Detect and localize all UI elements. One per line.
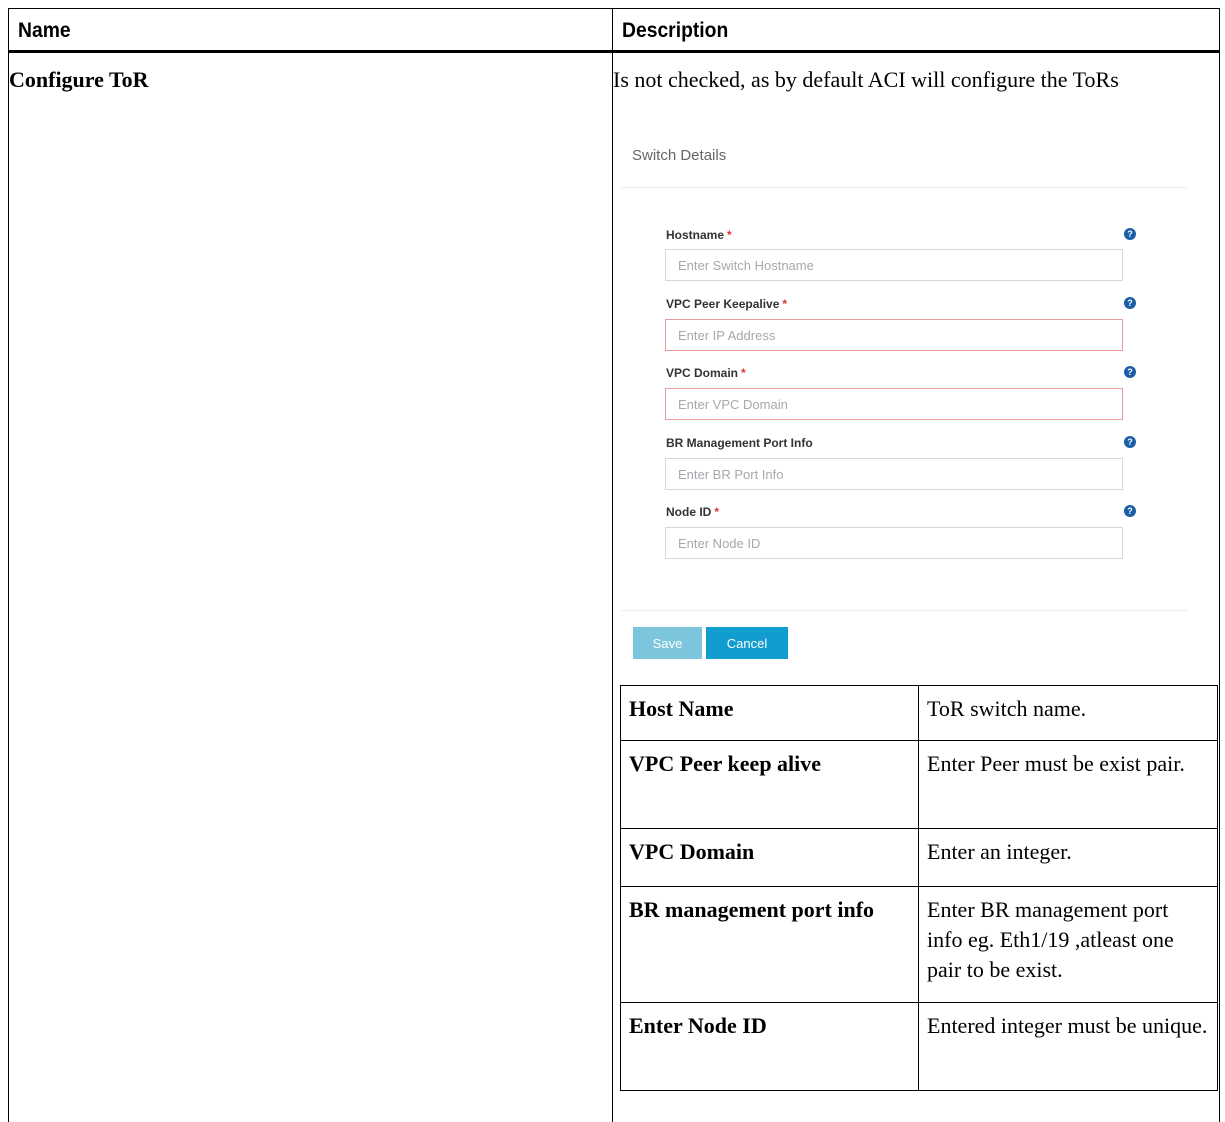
node-id-input[interactable] [665,527,1123,559]
header-name: Name [18,19,71,42]
header-description: Description [622,19,729,42]
form-title: Switch Details [632,147,727,164]
br-management-port-input[interactable] [665,458,1123,490]
field-name: Host Name [620,685,919,741]
br-management-port-label: BR Management Port Info [666,436,813,450]
node-id-label: Node ID * [666,505,720,519]
vpc-peer-keepalive-help-icon[interactable]: ? [1124,297,1136,309]
field-name: Enter Node ID [620,1002,919,1091]
vpc-domain-label: VPC Domain * [666,366,746,380]
vpc-peer-keepalive-label: VPC Peer Keepalive * [666,297,788,311]
table-row: Host Name ToR switch name. [620,685,1218,741]
vpc-peer-keepalive-input[interactable] [665,319,1123,351]
node-id-help-icon[interactable]: ? [1124,505,1136,517]
hostname-input[interactable] [665,249,1123,281]
field-description: ToR switch name. [918,685,1218,741]
header-row: Name Description [9,9,1219,53]
column-divider [612,9,613,1122]
form-divider-top [621,187,1188,188]
hostname-help-icon[interactable]: ? [1124,228,1136,240]
hostname-label: Hostname * [666,228,732,242]
vpc-domain-help-icon[interactable]: ? [1124,366,1136,378]
field-description: Enter BR management port info eg. Eth1/1… [918,886,1218,1003]
vpc-domain-input[interactable] [665,388,1123,420]
field-name: VPC Peer keep alive [620,740,919,829]
row-description: Is not checked, as by default ACI will c… [613,67,1119,92]
row-name-configure-tor: Configure ToR [9,67,149,92]
table-row: Enter Node ID Entered integer must be un… [620,1002,1218,1091]
field-description: Entered integer must be unique. [918,1002,1218,1091]
field-description: Enter an integer. [918,828,1218,887]
field-name: VPC Domain [620,828,919,887]
table-row: VPC Peer keep alive Enter Peer must be e… [620,740,1218,829]
table-row: VPC Domain Enter an integer. [620,828,1218,887]
table-row: BR management port info Enter BR managem… [620,886,1218,1003]
field-name: BR management port info [620,886,919,1003]
switch-details-form: Switch Details Hostname* ? VPC Peer Keep… [621,108,1189,668]
br-management-port-help-icon[interactable]: ? [1124,436,1136,448]
field-description-table: Host Name ToR switch name. VPC Peer keep… [620,685,1218,1091]
form-divider-bottom [621,610,1188,611]
save-button[interactable]: Save [633,627,702,659]
field-description: Enter Peer must be exist pair. [918,740,1218,829]
cancel-button[interactable]: Cancel [706,627,788,659]
